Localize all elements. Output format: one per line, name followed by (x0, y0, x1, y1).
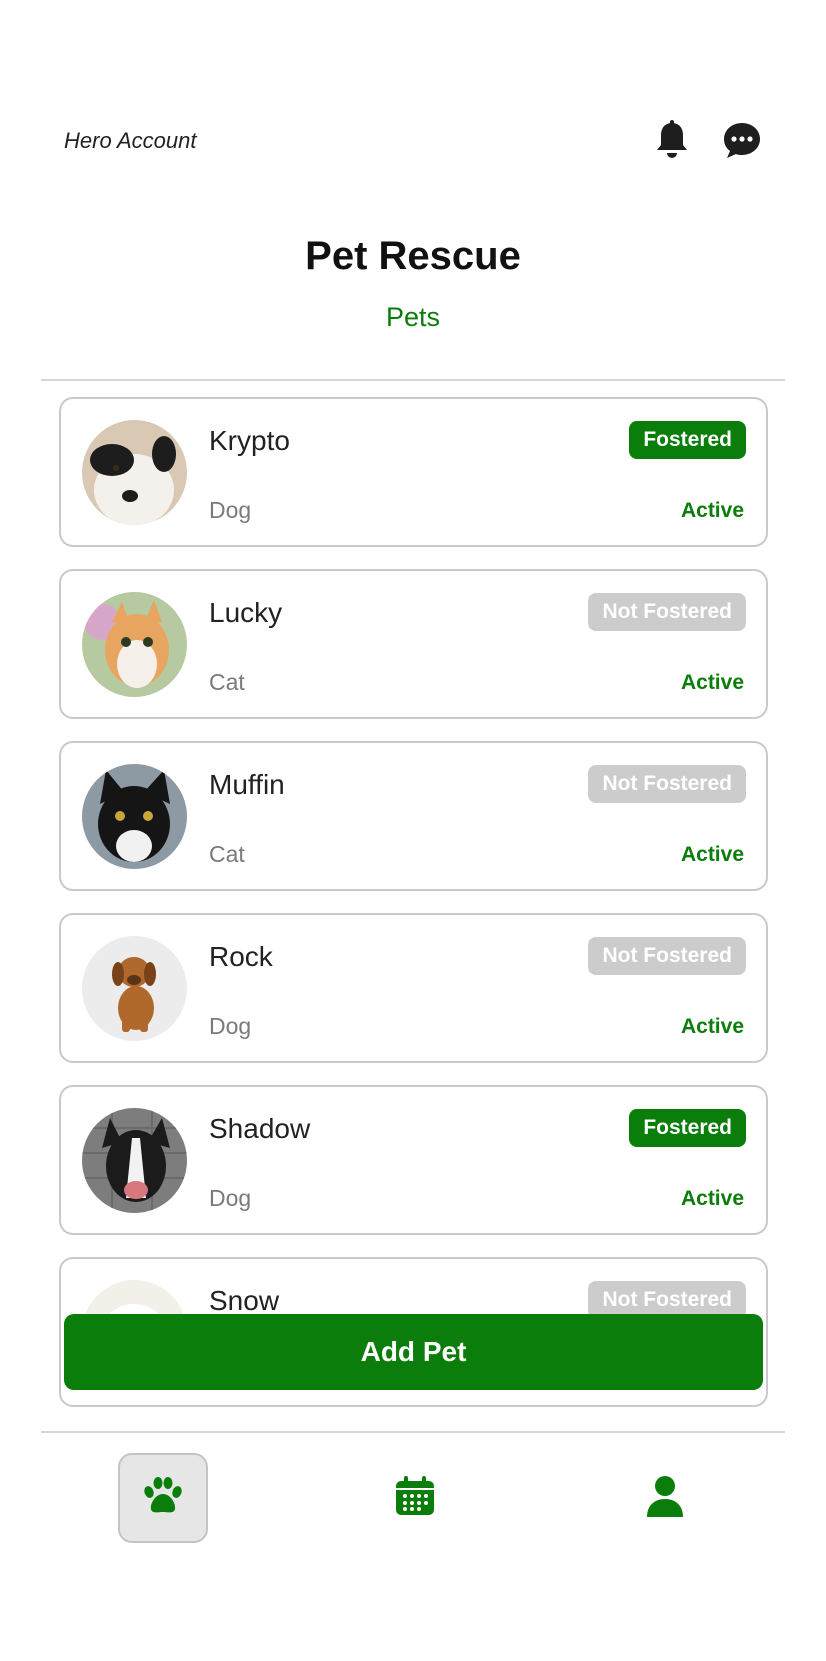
add-pet-button[interactable]: Add Pet (64, 1314, 763, 1390)
tab-pets[interactable] (118, 1453, 208, 1543)
tab-bar (0, 1433, 826, 1661)
pet-photo (82, 420, 187, 525)
tab-profile[interactable] (620, 1453, 710, 1543)
pet-name: Muffin (209, 769, 285, 800)
foster-badge: Not Fostered (588, 937, 746, 975)
foster-badge: Not Fostered (588, 593, 746, 631)
pet-type: Cat (209, 841, 245, 867)
pet-type: Dog (209, 1013, 252, 1039)
page-title: Pet Rescue (305, 234, 521, 278)
pet-card[interactable]: Krypto Dog Fostered Active (59, 397, 768, 547)
pet-card[interactable]: Shadow Dog Fostered Active (59, 1085, 768, 1235)
pet-photo (82, 764, 187, 869)
user-icon (645, 1475, 685, 1522)
status-text: Active (680, 1187, 744, 1210)
foster-badge: Fostered (629, 421, 746, 459)
account-label[interactable]: Hero Account (64, 128, 196, 154)
pet-card[interactable]: Muffin Cat Not Fostered Active (59, 741, 768, 891)
status-text: Active (680, 1015, 744, 1038)
pet-name: Rock (209, 941, 273, 972)
app-header: Hero Account Pet Rescue Pets (0, 0, 826, 380)
bell-icon[interactable] (650, 118, 694, 162)
pet-card[interactable]: Lucky Cat Not Fostered Active (59, 569, 768, 719)
chat-bubble-icon[interactable] (720, 118, 764, 162)
pet-type: Dog (209, 1185, 252, 1211)
pet-name: Shadow (209, 1113, 311, 1144)
calendar-icon (394, 1475, 436, 1522)
pet-type: Dog (209, 497, 252, 523)
status-text: Active (680, 499, 744, 522)
pet-photo (82, 592, 187, 697)
foster-badge: Fostered (629, 1109, 746, 1147)
pet-list[interactable]: Krypto Dog Fostered Active Lucky Cat Not… (0, 381, 826, 1431)
pet-name: Krypto (209, 425, 290, 456)
page-subtitle: Pets (385, 302, 441, 332)
pet-photo (82, 1108, 187, 1213)
pet-card[interactable]: Rock Dog Not Fostered Active (59, 913, 768, 1063)
tab-calendar[interactable] (370, 1453, 460, 1543)
pet-name: Lucky (209, 597, 283, 628)
pet-photo (82, 936, 187, 1041)
pet-name: Snow (209, 1285, 280, 1316)
status-text: Active (680, 843, 744, 866)
status-text: Active (680, 671, 744, 694)
paw-icon (141, 1476, 185, 1521)
pet-type: Cat (209, 669, 245, 695)
foster-badge: Not Fostered (588, 765, 746, 803)
